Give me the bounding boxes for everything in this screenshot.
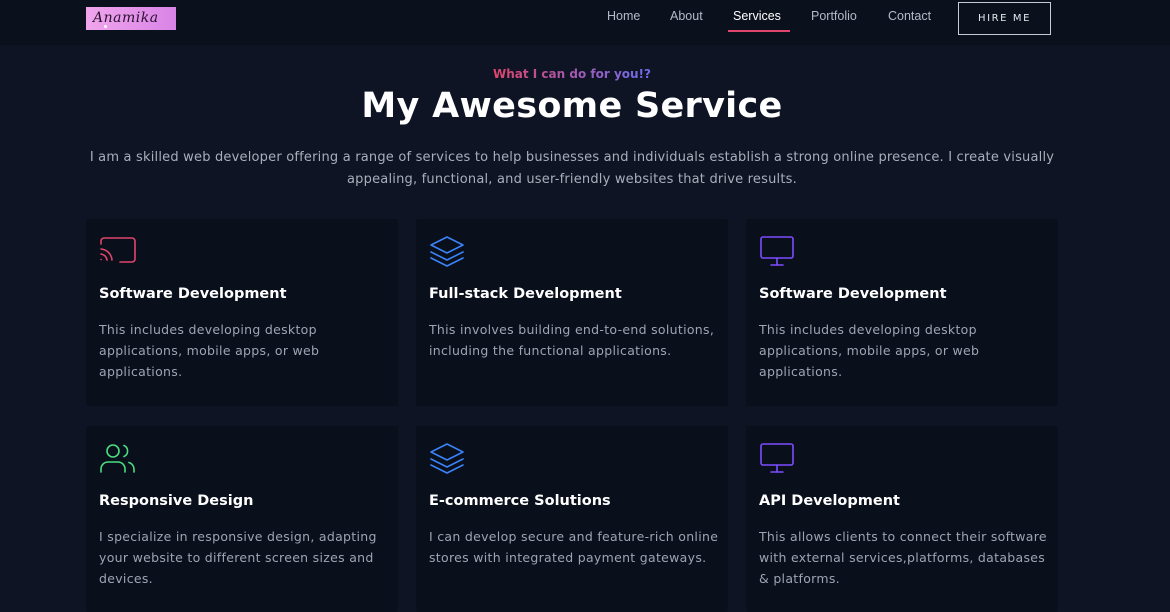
section-title: My Awesome Service [361,86,783,126]
service-card: Full-stack Development This involves bui… [416,219,728,406]
monitor-icon [759,442,797,474]
service-card: Software Development This includes devel… [746,219,1058,406]
service-title: E-commerce Solutions [429,493,611,509]
hire-me-button[interactable]: HIRE ME [958,2,1051,35]
service-card: E-commerce Solutions I can develop secur… [416,426,728,612]
nav-link-portfolio[interactable]: Portfolio [811,9,857,23]
nav-link-contact[interactable]: Contact [888,9,931,23]
active-nav-underline [728,30,790,32]
service-card: Responsive Design I specialize in respon… [86,426,398,612]
service-title: API Development [759,493,900,509]
cast-icon [99,235,137,267]
service-title: Software Development [99,286,287,302]
logo-text: Anamika [93,10,159,26]
service-card: API Development This allows clients to c… [746,426,1058,612]
monitor-icon [759,235,797,267]
nav-link-home[interactable]: Home [607,9,640,23]
service-title: Responsive Design [99,493,254,509]
nav-link-services[interactable]: Services [733,9,781,23]
navbar: Anamika Home About Services Portfolio Co… [0,0,1170,45]
layers-icon [429,442,467,474]
layers-icon [429,235,467,267]
logo-dot-icon [104,25,107,28]
service-description: This allows clients to connect their sof… [759,529,1047,586]
service-description: This involves building end-to-end soluti… [429,322,715,358]
service-description: This includes developing desktop applica… [759,322,980,379]
service-description: This includes developing desktop applica… [99,322,320,379]
section-eyebrow: What I can do for you!? [493,67,651,81]
service-title: Software Development [759,286,947,302]
section-intro: I am a skilled web developer offering a … [89,150,1055,187]
nav-link-about[interactable]: About [670,9,703,23]
service-description: I specialize in responsive design, adapt… [99,529,377,586]
service-title: Full-stack Development [429,286,622,302]
service-card: Software Development This includes devel… [86,219,398,406]
section-eyebrow-wrap: What I can do for you!? [0,63,1144,82]
service-description: I can develop secure and feature-rich on… [429,529,719,565]
users-icon [99,442,137,474]
logo[interactable]: Anamika [86,7,176,30]
